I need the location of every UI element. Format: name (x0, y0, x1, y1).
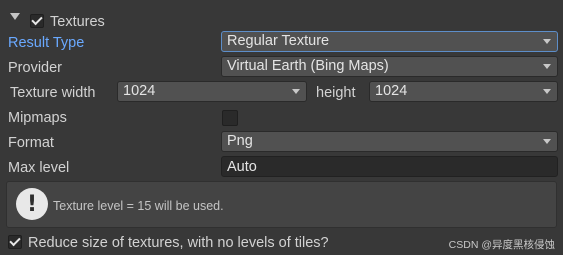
reduce-size-checkbox[interactable] (8, 234, 22, 249)
checkmark-icon (31, 13, 43, 26)
height-label: height (316, 85, 356, 101)
texture-width-value: 1024 (123, 83, 156, 99)
foldout-arrow-icon[interactable] (10, 13, 20, 20)
chevron-down-icon (543, 39, 551, 44)
chevron-down-icon (543, 139, 551, 144)
max-level-value: Auto (227, 158, 257, 175)
texture-width-dropdown[interactable]: 1024 (117, 81, 307, 102)
height-value: 1024 (375, 83, 408, 99)
provider-label: Provider (8, 60, 62, 76)
format-dropdown[interactable]: Png (221, 131, 558, 152)
max-level-field[interactable]: Auto (221, 156, 558, 177)
result-type-dropdown[interactable]: Regular Texture (221, 31, 558, 52)
chevron-down-icon (543, 89, 551, 94)
mipmaps-label: Mipmaps (8, 110, 67, 126)
result-type-value: Regular Texture (227, 33, 330, 49)
max-level-label: Max level (8, 160, 70, 176)
textures-enabled-checkbox[interactable] (30, 13, 44, 28)
result-type-label: Result Type (8, 35, 85, 51)
chevron-down-icon (292, 89, 300, 94)
mipmaps-checkbox[interactable] (222, 110, 238, 126)
format-value: Png (227, 133, 253, 149)
help-box: ! Texture level = 15 will be used. (6, 181, 557, 228)
format-label: Format (8, 135, 54, 151)
provider-value: Virtual Earth (Bing Maps) (227, 58, 389, 74)
exclamation-icon: ! (16, 188, 48, 220)
provider-dropdown[interactable]: Virtual Earth (Bing Maps) (221, 56, 558, 77)
chevron-down-icon (543, 64, 551, 69)
section-title: Textures (50, 14, 105, 30)
watermark-text: CSDN @异度黑核侵蚀 (448, 239, 555, 251)
reduce-size-label: Reduce size of textures, with no levels … (28, 235, 329, 251)
height-dropdown[interactable]: 1024 (369, 81, 558, 102)
texture-width-label: Texture width (10, 85, 96, 101)
help-message: Texture level = 15 will be used. (53, 199, 224, 213)
checkmark-icon (9, 234, 21, 247)
